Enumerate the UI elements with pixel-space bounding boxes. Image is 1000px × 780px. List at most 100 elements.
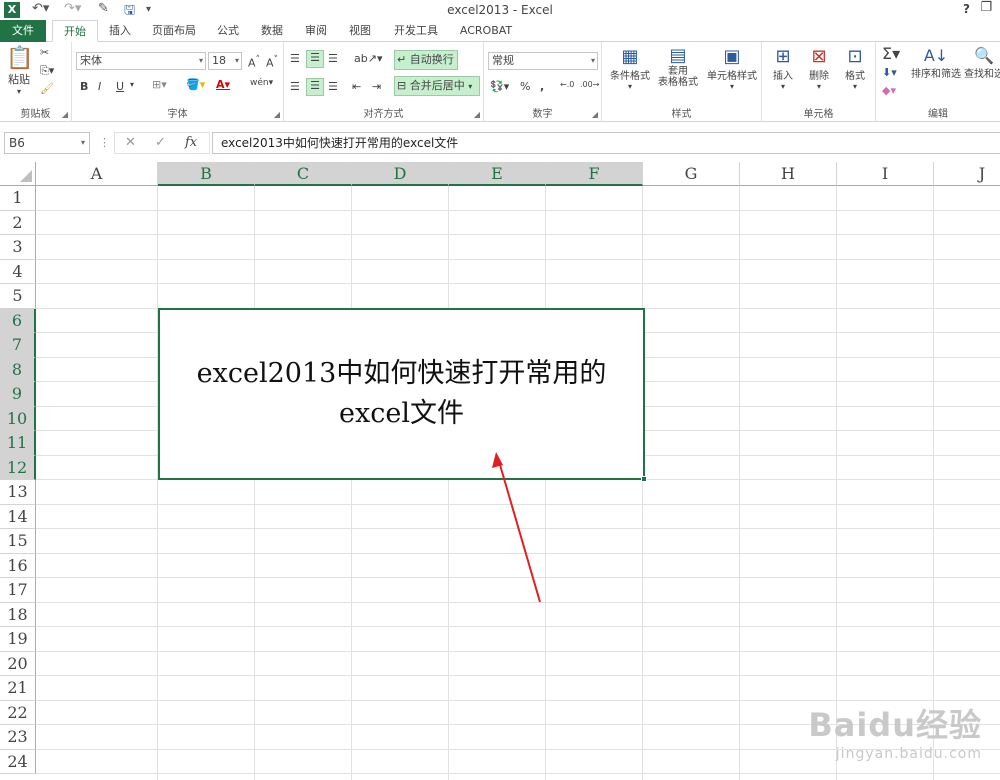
binoculars-icon: 🔍 (974, 46, 994, 65)
currency-icon[interactable]: 💱▾ (490, 80, 509, 93)
formula-input[interactable]: excel2013中如何快速打开常用的excel文件 (212, 132, 1000, 154)
insert-function-icon[interactable]: fx (185, 135, 197, 150)
fill-color-icon[interactable]: 🪣▾ (186, 78, 205, 91)
decrease-font-icon[interactable]: A˅ (266, 54, 278, 70)
chevron-down-icon: ▾ (234, 56, 239, 65)
formula-buttons: ✕ ✓ fx (114, 132, 210, 154)
ribbon-tabs: 文件 开始 插入 页面布局 公式 数据 审阅 视图 开发工具 ACROBAT (0, 20, 1000, 42)
title-bar: X ↶▾ ↷▾ ✎ 🖫 ▾ excel2013 - Excel ? ❐ (0, 0, 1000, 20)
alignment-group: ☰ ☰ ☰ ab↗▾ ☰ ☰ ☰ ⇤ ⇥ ↵ 自动换行 ⊟ 合并后居中 ▾ 对齐… (284, 42, 484, 122)
italic-button[interactable]: I (98, 80, 101, 93)
phonetic-icon[interactable]: wén▾ (250, 78, 273, 88)
chevron-down-icon: ▾ (590, 56, 595, 65)
restore-icon[interactable]: ❐ (980, 0, 992, 15)
font-group: 宋体 ▾ 18 ▾ A˄ A˅ B I U ▾ ⊞▾ 🪣▾ A▾ wén▾ 字体 ◢ (72, 42, 284, 122)
cut-icon[interactable]: ✂ (40, 46, 49, 59)
dialog-launcher-icon[interactable]: ◢ (62, 110, 68, 119)
chevron-down-icon: ▾ (468, 82, 473, 91)
delete-cells-button[interactable]: ⊠ 删除 ▾ (804, 46, 834, 91)
increase-font-icon[interactable]: A˄ (248, 54, 260, 70)
paste-button[interactable]: 📋 粘贴 ▾ (6, 46, 33, 96)
increase-indent-icon[interactable]: ⇥ (372, 80, 381, 93)
worksheet-grid[interactable]: A B C D E F G H I J 1 2 3 4 5 6 7 8 9 10 11 12 13 14 1… (0, 162, 1000, 780)
chevron-down-icon: ▾ (852, 82, 857, 91)
font-name-combo[interactable]: 宋体 ▾ (76, 52, 206, 70)
chevron-down-icon[interactable]: ▾ (130, 80, 134, 89)
tab-page-layout[interactable]: 页面布局 (144, 20, 204, 42)
border-icon[interactable]: ⊞▾ (152, 78, 167, 91)
ribbon: 📋 粘贴 ▾ ✂ ⎘▾ 🖌 剪贴板 ◢ 宋体 ▾ 18 ▾ A˄ A˅ B I U … (0, 42, 1000, 122)
dialog-launcher-icon[interactable]: ◢ (474, 110, 480, 119)
format-as-table-button[interactable]: ▤ 套用 表格格式 (656, 46, 700, 89)
chevron-down-icon: ▾ (816, 82, 821, 91)
insert-cells-icon: ⊞ (775, 46, 791, 67)
tab-home[interactable]: 开始 (52, 20, 98, 42)
chevron-down-icon: ▾ (80, 138, 85, 147)
chevron-down-icon: ▾ (16, 87, 21, 96)
insert-cells-button[interactable]: ⊞ 插入 ▾ (768, 46, 798, 91)
arrow-line (497, 457, 541, 603)
format-cells-button[interactable]: ⊡ 格式 ▾ (840, 46, 870, 91)
formula-bar: B6 ▾ ⋮ ✕ ✓ fx excel2013中如何快速打开常用的excel文件 (0, 130, 1000, 156)
chevron-down-icon: ▾ (780, 82, 785, 91)
format-cells-icon: ⊡ (847, 46, 863, 67)
bold-button[interactable]: B (80, 80, 88, 93)
align-center-icon[interactable]: ☰ (306, 78, 324, 96)
font-size-combo[interactable]: 18 ▾ (208, 52, 242, 70)
autosum-icon[interactable]: Σ▾ (882, 44, 900, 63)
align-right-icon[interactable]: ☰ (328, 80, 338, 93)
number-group: 常规 ▾ 💱▾ % , ←.0 .00→ 数字 ◢ (484, 42, 602, 122)
enter-icon[interactable]: ✓ (155, 135, 166, 150)
underline-button[interactable]: U (116, 80, 124, 93)
tab-review[interactable]: 审阅 (296, 20, 336, 42)
number-format-combo[interactable]: 常规 ▾ (488, 52, 598, 70)
help-icon[interactable]: ? (963, 2, 970, 16)
increase-decimal-icon[interactable]: ←.0 (560, 80, 574, 89)
font-group-label: 字体 (167, 109, 188, 120)
watermark-url: jingyan.baidu.com (835, 746, 982, 762)
align-left-icon[interactable]: ☰ (290, 80, 300, 93)
wrap-text-icon: ↵ (397, 53, 407, 66)
tab-file[interactable]: 文件 (0, 20, 46, 42)
tab-acrobat[interactable]: ACROBAT (452, 20, 520, 42)
copy-icon[interactable]: ⎘▾ (40, 64, 54, 78)
annotation-arrow (492, 452, 541, 603)
comma-button[interactable]: , (540, 80, 544, 93)
number-group-label: 数字 (532, 109, 553, 120)
clipboard-group-label: 剪贴板 (20, 109, 51, 120)
conditional-format-button[interactable]: ▦ 条件格式 ▾ (606, 46, 654, 91)
tab-data[interactable]: 数据 (252, 20, 292, 42)
tab-developer[interactable]: 开发工具 (384, 20, 448, 42)
name-box[interactable]: B6 ▾ (4, 132, 90, 154)
tab-formulas[interactable]: 公式 (208, 20, 248, 42)
orientation-icon[interactable]: ab↗▾ (354, 52, 382, 65)
dialog-launcher-icon[interactable]: ◢ (592, 110, 598, 119)
splitter-icon[interactable]: ⋮ (99, 136, 110, 149)
align-bottom-icon[interactable]: ☰ (328, 52, 338, 65)
sort-filter-button[interactable]: A↓ 排序和筛选 (910, 46, 962, 80)
percent-button[interactable]: % (520, 80, 530, 93)
cancel-icon[interactable]: ✕ (125, 135, 136, 150)
tab-insert[interactable]: 插入 (100, 20, 140, 42)
decrease-indent-icon[interactable]: ⇤ (352, 80, 361, 93)
chevron-down-icon: ▾ (627, 82, 632, 91)
font-color-icon[interactable]: A▾ (216, 78, 230, 91)
tab-view[interactable]: 视图 (340, 20, 380, 42)
align-top-icon[interactable]: ☰ (290, 52, 300, 65)
find-select-button[interactable]: 🔍 查找和选 (964, 46, 1000, 80)
editing-group: Σ▾ ⬇▾ ◆▾ A↓ 排序和筛选 🔍 查找和选 编辑 (876, 42, 1000, 122)
watermark-brand: Baidu经验 (808, 706, 982, 744)
dialog-launcher-icon[interactable]: ◢ (274, 110, 280, 119)
align-middle-icon[interactable]: ☰ (306, 50, 324, 68)
clear-icon[interactable]: ◆▾ (882, 84, 896, 97)
conditional-format-icon: ▦ (621, 46, 639, 67)
merge-center-button[interactable]: ⊟ 合并后居中 ▾ (394, 76, 480, 96)
decrease-decimal-icon[interactable]: .00→ (580, 80, 599, 89)
format-painter-icon[interactable]: 🖌 (40, 82, 54, 95)
chevron-down-icon: ▾ (198, 56, 203, 65)
watermark: Baidu经验 jingyan.baidu.com (808, 700, 982, 762)
alignment-group-label: 对齐方式 (363, 109, 404, 120)
cell-styles-button[interactable]: ▣ 单元格样式 ▾ (704, 46, 760, 91)
wrap-text-button[interactable]: ↵ 自动换行 (394, 50, 458, 70)
fill-icon[interactable]: ⬇▾ (882, 66, 897, 79)
